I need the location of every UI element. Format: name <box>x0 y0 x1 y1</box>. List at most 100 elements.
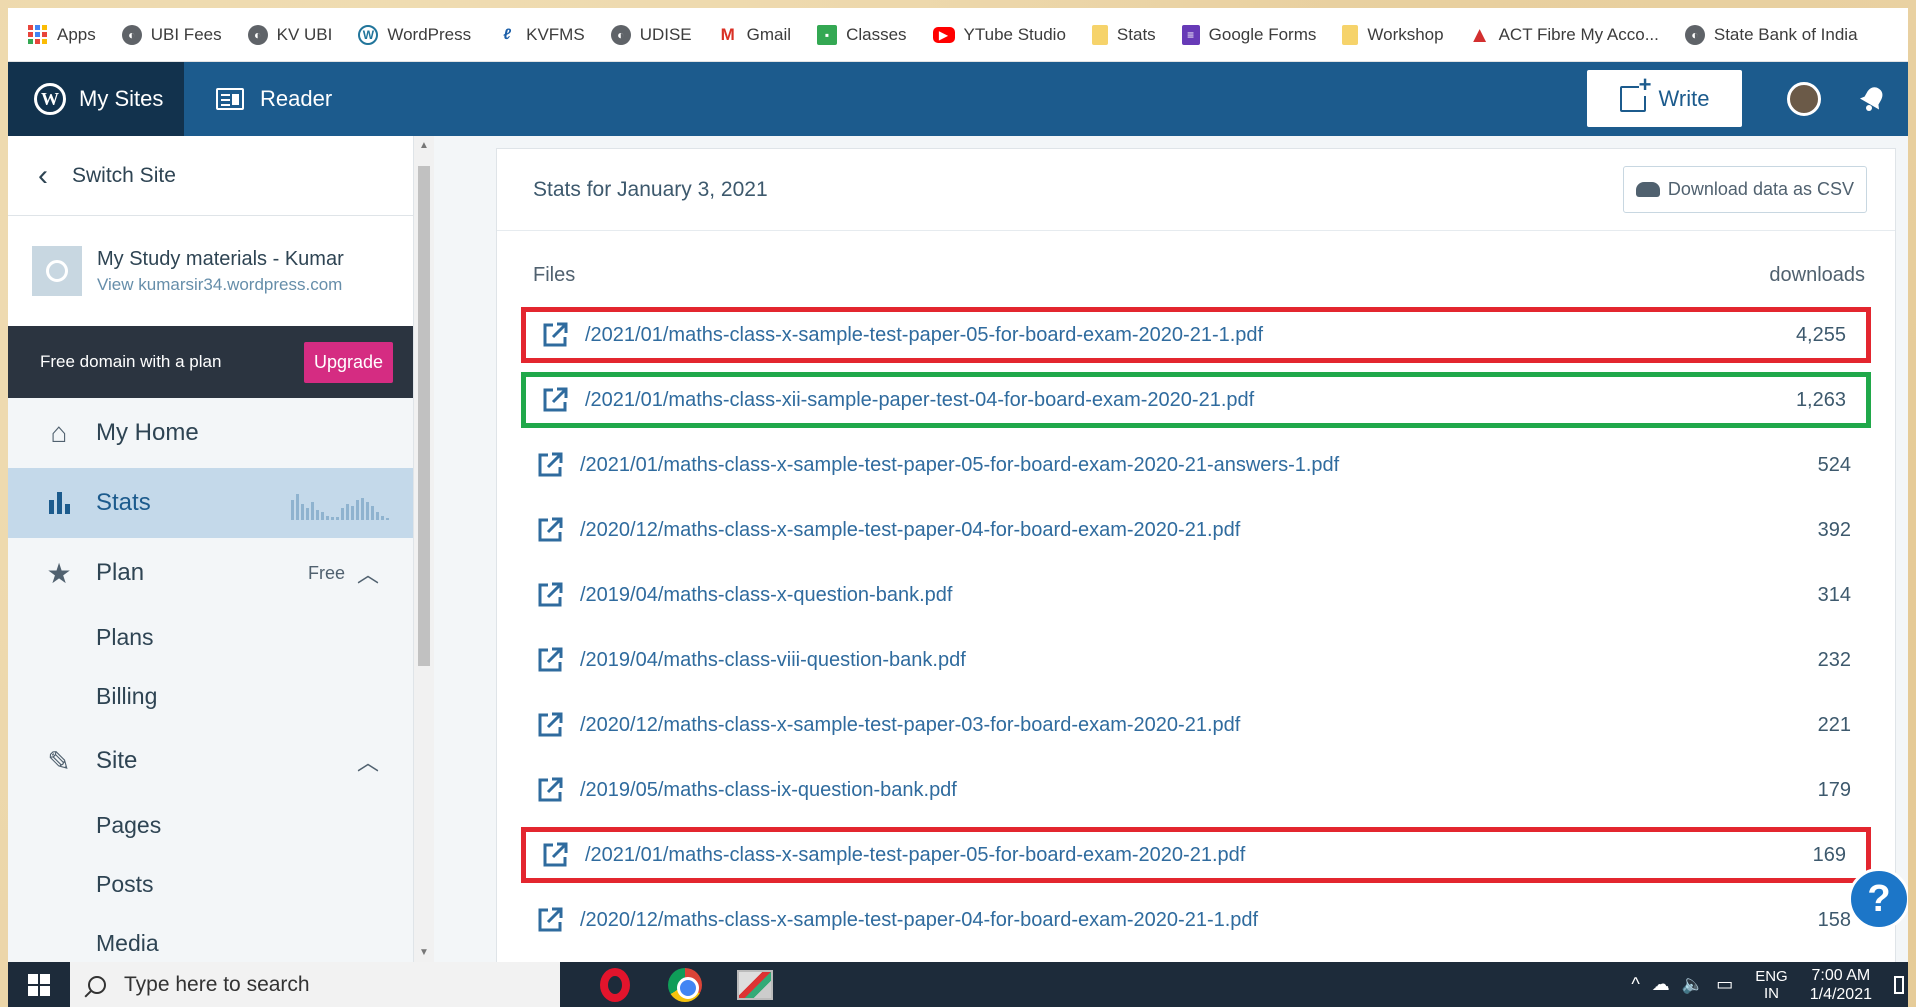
download-csv-button[interactable]: Download data as CSV <box>1622 166 1867 213</box>
bookmark-kvfms[interactable]: ℓ KVFMS <box>497 24 585 45</box>
file-link[interactable]: /2021/01/maths-class-x-sample-test-paper… <box>540 320 1263 350</box>
file-link[interactable]: /2021/01/maths-class-xii-sample-paper-te… <box>540 385 1254 415</box>
volume-icon[interactable]: 🔈 <box>1682 974 1704 995</box>
chevron-up-icon[interactable]: ^ <box>1631 974 1639 995</box>
file-link[interactable]: /2020/12/maths-class-x-sample-test-paper… <box>535 905 1258 935</box>
clock[interactable]: 7:00 AM 1/4/2021 <box>1810 966 1872 1004</box>
scroll-up-arrow-icon[interactable]: ▲ <box>419 140 429 151</box>
chevron-up-icon: ︿ <box>356 750 379 775</box>
clock-time: 7:00 AM <box>1811 966 1871 984</box>
scrollbar-thumb[interactable] <box>418 166 430 666</box>
download-csv-label: Download data as CSV <box>1667 179 1854 199</box>
file-link[interactable]: /2019/04/maths-class-viii-question-bank.… <box>535 645 966 675</box>
chrome-icon <box>668 967 702 1002</box>
site-title: My Study materials - Kumar <box>97 247 344 270</box>
chevron-left-icon: ‹ <box>38 158 48 192</box>
bookmark-workshop[interactable]: Workshop <box>1342 24 1444 45</box>
help-button[interactable]: ? <box>1848 868 1908 930</box>
file-link[interactable]: /2020/12/maths-class-x-sample-test-paper… <box>535 515 1240 545</box>
sidebar-item-stats[interactable]: Stats <box>8 468 413 538</box>
taskbar-app-opera[interactable] <box>580 962 650 1007</box>
file-download-count: 169 <box>1812 843 1846 866</box>
file-path: /2021/01/maths-class-x-sample-test-paper… <box>585 323 1264 346</box>
sidebar-scrollbar[interactable]: ▲ ▼ <box>414 136 434 962</box>
external-link-icon <box>538 712 563 737</box>
file-link[interactable]: /2020/12/maths-class-x-sample-test-paper… <box>535 710 1240 740</box>
file-row: /2020/12/maths-class-x-sample-test-paper… <box>521 697 1871 753</box>
bookmark-ubi-fees[interactable]: ◐ UBI Fees <box>121 24 222 45</box>
act-icon: ▲ <box>1468 21 1491 47</box>
site-url[interactable]: View kumarsir34.wordpress.com <box>97 275 344 295</box>
bookmark-udise[interactable]: ◐ UDISE <box>610 24 692 45</box>
bookmark-apps[interactable]: Apps <box>28 25 96 45</box>
free-domain-promo: Free domain with a plan Upgrade <box>8 326 413 398</box>
external-link-icon <box>543 842 568 867</box>
card-header: Stats for January 3, 2021 Download data … <box>497 149 1895 231</box>
taskbar-search[interactable]: Type here to search <box>70 962 560 1007</box>
bookmark-gmail[interactable]: M Gmail <box>717 24 791 45</box>
file-link[interactable]: /2021/01/maths-class-x-sample-test-paper… <box>540 840 1245 870</box>
reader-button[interactable]: Reader <box>216 86 332 112</box>
stats-date-title: Stats for January 3, 2021 <box>533 177 768 201</box>
file-path: /2020/12/maths-class-x-sample-test-paper… <box>580 908 1259 931</box>
sidebar-item-site[interactable]: ✎ Site ︿ <box>8 726 413 796</box>
lang-bottom: IN <box>1763 984 1779 1002</box>
sidebar-item-label: Pages <box>96 812 162 838</box>
avatar[interactable] <box>1787 82 1821 116</box>
file-link[interactable]: /2019/04/maths-class-x-question-bank.pdf <box>535 580 952 610</box>
external-link-icon <box>538 647 563 672</box>
bookmark-label: UDISE <box>639 24 692 44</box>
sidebar-subitem-plans[interactable]: Plans <box>8 608 413 667</box>
scroll-down-arrow-icon[interactable]: ▼ <box>419 947 429 958</box>
bookmark-stats[interactable]: Stats <box>1091 24 1156 45</box>
sidebar-subitem-posts[interactable]: Posts <box>8 855 413 914</box>
notifications-icon[interactable] <box>1894 975 1904 994</box>
forms-icon: ≡ <box>1181 24 1200 45</box>
switch-site-button[interactable]: ‹ Switch Site <box>8 136 413 216</box>
onedrive-cloud-icon[interactable]: ☁ <box>1652 974 1670 995</box>
my-sites-button[interactable]: W My Sites <box>8 62 184 136</box>
file-download-count: 392 <box>1817 518 1851 541</box>
file-path: /2020/12/maths-class-x-sample-test-paper… <box>580 713 1241 736</box>
bookmarks-bar: Apps ◐ UBI Fees ◐ KV UBI W WordPress ℓ K… <box>8 8 1908 62</box>
file-download-count: 314 <box>1817 583 1851 606</box>
sidebar-subitem-media[interactable]: Media <box>8 914 413 962</box>
sidebar: ‹ Switch Site My Study materials - Kumar… <box>8 136 414 962</box>
taskbar-app-paint[interactable] <box>720 962 790 1007</box>
sidebar-subitem-billing[interactable]: Billing <box>8 667 413 726</box>
network-icon[interactable]: ▭ <box>1716 974 1733 995</box>
bookmark-classes[interactable]: ▪ Classes <box>817 24 907 45</box>
file-path: /2019/04/maths-class-x-question-bank.pdf <box>580 583 953 606</box>
bookmark-google-forms[interactable]: ≡ Google Forms <box>1181 24 1316 45</box>
bookmark-sbi[interactable]: ◐ State Bank of India <box>1684 24 1858 45</box>
bookmark-kv-ubi[interactable]: ◐ KV UBI <box>247 24 332 45</box>
notifications-bell-icon[interactable] <box>1859 84 1887 112</box>
file-download-count: 179 <box>1817 778 1851 801</box>
bookmark-ytube-studio[interactable]: ▶ YTube Studio <box>932 25 1066 45</box>
input-language[interactable]: ENG IN <box>1755 968 1788 1002</box>
bookmark-act-fibre[interactable]: ▲ ACT Fibre My Acco... <box>1468 21 1659 47</box>
write-button[interactable]: Write <box>1587 70 1742 127</box>
search-icon <box>88 975 106 994</box>
reader-icon <box>216 88 244 110</box>
paint-icon <box>737 969 773 1000</box>
files-table-header: Files downloads <box>497 243 1895 307</box>
wp-masterbar: W My Sites Reader Write <box>8 62 1908 136</box>
file-link[interactable]: /2021/01/maths-class-x-sample-test-paper… <box>535 450 1339 480</box>
sidebar-subitem-pages[interactable]: Pages <box>8 796 413 855</box>
pencil-icon: ✎ <box>47 745 71 777</box>
file-link[interactable]: /2019/05/maths-class-ix-question-bank.pd… <box>535 775 957 805</box>
sidebar-item-my-home[interactable]: ⌂ My Home <box>8 398 413 468</box>
bookmark-label: State Bank of India <box>1713 24 1858 44</box>
current-site-card[interactable]: My Study materials - Kumar View kumarsir… <box>8 216 413 326</box>
sidebar-item-plan[interactable]: ★ Plan Free ︿ <box>8 538 413 608</box>
start-button[interactable] <box>8 962 70 1007</box>
taskbar-app-chrome[interactable] <box>650 962 720 1007</box>
external-link-icon <box>543 322 568 347</box>
switch-site-label: Switch Site <box>72 163 176 187</box>
upgrade-button[interactable]: Upgrade <box>303 341 393 383</box>
file-row: /2019/04/maths-class-viii-question-bank.… <box>521 632 1871 688</box>
chevron-up-icon: ︿ <box>356 562 379 587</box>
bookmark-wordpress[interactable]: W WordPress <box>358 24 471 45</box>
file-download-count: 221 <box>1817 713 1851 736</box>
